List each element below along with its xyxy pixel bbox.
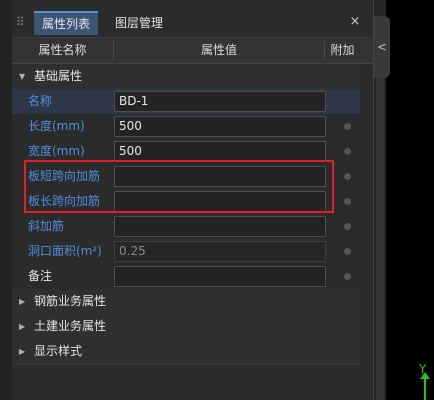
property-value-input[interactable] <box>114 191 326 212</box>
property-row-long-span-rebar[interactable]: 板长跨向加筋 <box>12 189 360 214</box>
group-label: 土建业务属性 <box>34 319 107 333</box>
attach-dot-icon[interactable] <box>344 223 351 230</box>
property-value-input[interactable] <box>114 266 326 287</box>
scrollbar-thumb[interactable] <box>376 64 384 400</box>
chevron-right-icon: ▶ <box>19 347 26 356</box>
group-basic[interactable]: ▼ 基础属性 <box>12 64 360 90</box>
property-label: 名称 <box>28 94 53 108</box>
axis-y-line <box>424 376 426 400</box>
left-edge <box>0 0 12 400</box>
properties-panel: ⠿ 属性列表 图层管理 × 属性名称 属性值 附加 ▼ 基础属性 名称 BD-1… <box>12 0 386 400</box>
property-value-input[interactable]: BD-1 <box>114 91 326 112</box>
chevron-right-icon: ▶ <box>19 322 26 331</box>
tab-property-list[interactable]: 属性列表 <box>34 11 99 35</box>
attach-dot-icon[interactable] <box>344 173 351 180</box>
property-table-header: 属性名称 属性值 附加 <box>12 38 374 64</box>
close-icon[interactable]: × <box>346 13 364 31</box>
chevron-right-icon: ▶ <box>19 297 26 306</box>
property-label: 洞口面积(m²) <box>28 244 102 258</box>
property-label: 宽度(mm) <box>28 144 85 158</box>
property-value-input[interactable] <box>114 166 326 187</box>
property-label: 备注 <box>28 269 53 283</box>
property-row-remark[interactable]: 备注 <box>12 264 360 289</box>
property-value-input[interactable]: 500 <box>114 116 326 137</box>
drag-grip-icon[interactable]: ⠿ <box>16 15 26 29</box>
property-value-input[interactable]: 500 <box>114 141 326 162</box>
property-label: 斜加筋 <box>28 219 65 233</box>
property-label: 长度(mm) <box>28 119 85 133</box>
tab-bar: ⠿ 属性列表 图层管理 × <box>12 9 374 38</box>
group-civil[interactable]: ▶ 土建业务属性 <box>12 314 360 340</box>
attach-dot-icon[interactable] <box>344 198 351 205</box>
group-label: 显示样式 <box>34 344 83 358</box>
property-row-length[interactable]: 长度(mm) 500 <box>12 114 360 139</box>
property-label: 板长跨向加筋 <box>28 194 101 208</box>
group-display[interactable]: ▶ 显示样式 <box>12 339 360 365</box>
collapse-panel-button[interactable]: < <box>374 16 390 78</box>
property-row-diagonal-rebar[interactable]: 斜加筋 <box>12 214 360 239</box>
header-name: 属性名称 <box>38 43 87 57</box>
group-label: 钢筋业务属性 <box>34 294 107 308</box>
property-row-opening-area: 洞口面积(m²) 0.25 <box>12 239 360 264</box>
property-row-name[interactable]: 名称 BD-1 <box>12 89 360 114</box>
property-value-input[interactable] <box>114 216 326 237</box>
attach-dot-icon[interactable] <box>344 248 351 255</box>
header-value: 属性值 <box>200 43 237 57</box>
header-extra: 附加 <box>330 43 355 57</box>
group-label: 基础属性 <box>34 69 83 83</box>
attach-dot-icon[interactable] <box>344 123 351 130</box>
property-row-short-span-rebar[interactable]: 板短跨向加筋 <box>12 164 360 189</box>
group-rebar[interactable]: ▶ 钢筋业务属性 <box>12 289 360 315</box>
property-label: 板短跨向加筋 <box>28 169 101 183</box>
chevron-down-icon: ▼ <box>19 72 26 81</box>
attach-dot-icon[interactable] <box>344 148 351 155</box>
property-row-width[interactable]: 宽度(mm) 500 <box>12 139 360 164</box>
attach-dot-icon[interactable] <box>344 273 351 280</box>
property-value-readonly: 0.25 <box>114 241 326 262</box>
tab-layer-management[interactable]: 图层管理 <box>107 11 171 35</box>
